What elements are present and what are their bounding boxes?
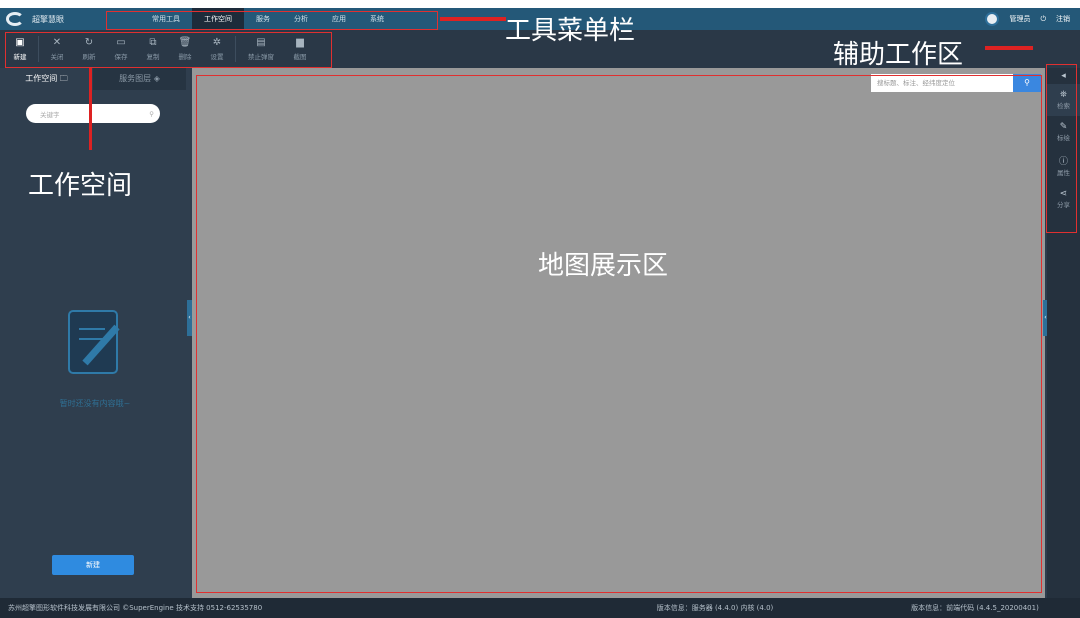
divider bbox=[235, 36, 236, 62]
annotation-map-label: 地图展示区 bbox=[538, 251, 669, 281]
delete-icon: 🗑 bbox=[178, 37, 192, 48]
map-search: 搜标题、标注、经纬度定位 ⚲ bbox=[871, 74, 1041, 92]
refresh-button[interactable]: ↻ 刷新 bbox=[73, 37, 105, 61]
assist-panel: ◂ ⛯ 检索 ✎ 标绘 ⓘ 属性 ⋖ 分享 bbox=[1047, 68, 1080, 598]
settings-button[interactable]: ✲ 设置 bbox=[201, 37, 233, 61]
assist-search-label: 检索 bbox=[1057, 102, 1070, 110]
menu-system[interactable]: 系统 bbox=[358, 8, 396, 30]
workspace-panel: 工作空间 🗀 服务图层 ◈ 关键字 ⚲ 暂时还没有内容哦~ 新建 bbox=[0, 68, 190, 598]
delete-label: 删除 bbox=[178, 53, 192, 61]
close-label: 关闭 bbox=[50, 53, 64, 61]
search-icon[interactable]: ⚲ bbox=[149, 110, 154, 118]
tab-workspace[interactable]: 工作空间 🗀 bbox=[0, 68, 93, 90]
logo-icon bbox=[6, 12, 24, 26]
menu-common-tools[interactable]: 常用工具 bbox=[140, 8, 192, 30]
power-icon: ⏻ bbox=[1040, 14, 1046, 23]
screenshot-label: 截图 bbox=[293, 53, 307, 61]
block-popup-button[interactable]: ▤ 禁止弹窗 bbox=[238, 37, 284, 61]
annotation-assist-label: 辅助工作区 bbox=[833, 40, 964, 70]
block-popup-label: 禁止弹窗 bbox=[248, 53, 274, 61]
copy-label: 复制 bbox=[146, 53, 160, 61]
annotation-workspace-label: 工作空间 bbox=[28, 171, 133, 201]
popup-icon: ▤ bbox=[256, 37, 266, 48]
assist-share[interactable]: ⋖ 分享 bbox=[1047, 183, 1080, 215]
annotation-arrow bbox=[440, 17, 506, 21]
empty-document-icon bbox=[68, 310, 120, 374]
keyword-search-input[interactable]: 关键字 ⚲ bbox=[26, 104, 160, 123]
assist-search[interactable]: ⛯ 检索 bbox=[1047, 84, 1080, 116]
tab-service-layers[interactable]: 服务图层 ◈ bbox=[93, 68, 186, 90]
client-version: 版本信息：前端代码 (4.4.5_20200401) bbox=[911, 604, 1039, 612]
assist-plot-label: 标绘 bbox=[1057, 134, 1070, 142]
copy-button[interactable]: ⧉ 复制 bbox=[137, 37, 169, 61]
map-search-input[interactable]: 搜标题、标注、经纬度定位 bbox=[871, 74, 1013, 92]
menu-workspace[interactable]: 工作空间 bbox=[192, 8, 244, 30]
search-icon: ⚲ bbox=[1024, 78, 1030, 87]
new-button[interactable]: ▣ 新建 bbox=[4, 37, 36, 61]
info-icon: ⓘ bbox=[1058, 157, 1068, 167]
chevron-left-icon: ◂ bbox=[1061, 71, 1066, 81]
save-label: 保存 bbox=[114, 53, 128, 61]
share-icon: ⋖ bbox=[1059, 189, 1068, 199]
copyright: 苏州超擎图形软件科技发展有限公司 ©SuperEngine 技术支持 0512-… bbox=[8, 604, 263, 612]
assist-share-label: 分享 bbox=[1057, 201, 1070, 209]
avatar[interactable] bbox=[985, 12, 1000, 26]
screenshot-icon: ▆ bbox=[296, 37, 304, 48]
menu-service[interactable]: 服务 bbox=[244, 8, 282, 30]
screenshot-button[interactable]: ▆ 截图 bbox=[284, 37, 316, 61]
gear-icon: ✲ bbox=[212, 37, 222, 48]
search-placeholder: 关键字 bbox=[40, 110, 60, 119]
layers-icon: ◈ bbox=[153, 74, 160, 83]
settings-label: 设置 bbox=[210, 53, 224, 61]
app-name: 超擎慧眼 bbox=[32, 14, 64, 24]
close-button[interactable]: ✕ 关闭 bbox=[41, 37, 73, 61]
refresh-icon: ↻ bbox=[84, 37, 94, 48]
top-border bbox=[0, 0, 1080, 8]
workspace-new-button[interactable]: 新建 bbox=[52, 555, 134, 575]
close-icon: ✕ bbox=[52, 37, 62, 48]
server-version: 版本信息：服务器 (4.4.0) 内核 (4.0) bbox=[656, 604, 774, 612]
app-logo: 超擎慧眼 bbox=[0, 12, 140, 26]
logout-button[interactable]: 注销 bbox=[1056, 14, 1070, 24]
search-icon: ⛯ bbox=[1059, 90, 1068, 100]
folder-icon: 🗀 bbox=[59, 74, 68, 83]
footer: 苏州超擎图形软件科技发展有限公司 ©SuperEngine 技术支持 0512-… bbox=[0, 598, 1080, 618]
edit-icon: ✎ bbox=[1059, 122, 1068, 132]
menu-analysis[interactable]: 分析 bbox=[282, 8, 320, 30]
save-button[interactable]: ▭ 保存 bbox=[105, 37, 137, 61]
tab-layers-label: 服务图层 bbox=[119, 74, 152, 83]
map-search-button[interactable]: ⚲ bbox=[1013, 74, 1041, 92]
new-icon: ▣ bbox=[15, 37, 25, 48]
collapse-assist-button[interactable]: ◂ bbox=[1047, 68, 1080, 84]
main-menu: 常用工具 工作空间 服务 分析 应用 系统 bbox=[140, 8, 396, 30]
assist-plot[interactable]: ✎ 标绘 bbox=[1047, 116, 1080, 148]
new-label: 新建 bbox=[13, 53, 27, 61]
refresh-label: 刷新 bbox=[82, 53, 96, 61]
assist-properties-label: 属性 bbox=[1057, 169, 1070, 177]
empty-message: 暂时还没有内容哦~ bbox=[59, 399, 131, 408]
annotation-arrow bbox=[985, 46, 1033, 50]
annotation-arrow bbox=[89, 68, 92, 150]
map-area[interactable]: 搜标题、标注、经纬度定位 ⚲ bbox=[192, 68, 1045, 598]
menu-apps[interactable]: 应用 bbox=[320, 8, 358, 30]
assist-properties[interactable]: ⓘ 属性 bbox=[1047, 148, 1080, 183]
tab-workspace-label: 工作空间 bbox=[25, 74, 58, 83]
divider bbox=[38, 36, 39, 62]
user-name[interactable]: 管理员 bbox=[1009, 14, 1030, 24]
copy-icon: ⧉ bbox=[149, 37, 157, 48]
delete-button[interactable]: 🗑 删除 bbox=[169, 37, 201, 61]
annotation-toolbar-label: 工具菜单栏 bbox=[505, 16, 636, 46]
save-icon: ▭ bbox=[116, 37, 126, 48]
